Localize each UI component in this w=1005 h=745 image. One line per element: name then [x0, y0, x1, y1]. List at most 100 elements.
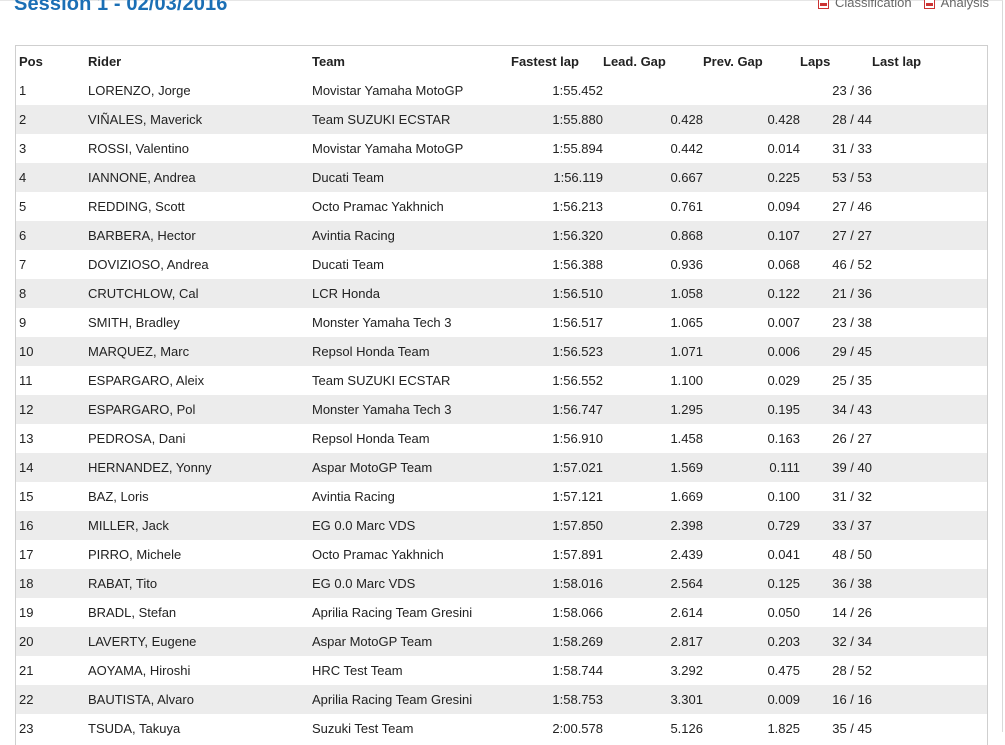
cell-team: Team SUZUKI ECSTAR	[312, 112, 451, 127]
table-row: 10 MARQUEZ, Marc Repsol Honda Team 1:56.523…	[16, 337, 987, 366]
cell-laps: 16 / 16	[832, 692, 872, 707]
cell-last-lap	[872, 598, 987, 627]
cell-rider: IANNONE, Andrea	[88, 170, 196, 185]
table-row: 1 LORENZO, Jorge Movistar Yamaha MotoGP 1:5…	[16, 76, 987, 105]
cell-prev-gap: 0.100	[767, 489, 800, 504]
cell-laps: 33 / 37	[832, 518, 872, 533]
cell-pos: 5	[19, 199, 27, 214]
pdf-icon	[817, 0, 829, 9]
cell-pos: 15	[19, 489, 34, 504]
cell-pos: 20	[19, 634, 34, 649]
cell-laps: 23 / 36	[832, 83, 872, 98]
cell-lead-gap: 1.458	[670, 431, 703, 446]
results-body: 1 LORENZO, Jorge Movistar Yamaha MotoGP 1:5…	[16, 76, 987, 743]
cell-rider: PIRRO, Michele	[88, 547, 182, 562]
classification-link[interactable]: Classification	[817, 0, 912, 10]
analysis-link[interactable]: Analysis	[923, 0, 989, 10]
cell-fastest-lap: 1:56.388	[552, 257, 603, 272]
cell-pos: 11	[19, 373, 33, 388]
cell-laps: 26 / 27	[832, 431, 872, 446]
cell-pos: 8	[19, 286, 27, 301]
cell-fastest-lap: 1:56.510	[552, 286, 603, 301]
table-row: 20 LAVERTY, Eugene Aspar MotoGP Team 1:58.2…	[16, 627, 987, 656]
table-row: 13 PEDROSA, Dani Repsol Honda Team 1:56.910…	[16, 424, 987, 453]
table-row: 22 BAUTISTA, Alvaro Aprilia Racing Team Gr…	[16, 685, 987, 714]
cell-prev-gap: 0.050	[767, 605, 800, 620]
cell-rider: SMITH, Bradley	[88, 315, 180, 330]
table-row: 18 RABAT, Tito EG 0.0 Marc VDS 1:58.016 2.56…	[16, 569, 987, 598]
cell-laps: 53 / 53	[832, 170, 872, 185]
cell-rider: ROSSI, Valentino	[88, 141, 189, 156]
cell-team: Ducati Team	[312, 170, 385, 185]
cell-pos: 16	[19, 518, 34, 533]
cell-rider: CRUTCHLOW, Cal	[88, 286, 199, 301]
cell-fastest-lap: 1:55.452	[552, 83, 603, 98]
cell-pos: 9	[19, 315, 27, 330]
cell-team: Ducati Team	[312, 257, 385, 272]
cell-last-lap	[872, 76, 987, 105]
cell-last-lap	[872, 337, 987, 366]
cell-prev-gap: 0.225	[767, 170, 800, 185]
cell-laps: 31 / 33	[832, 141, 872, 156]
cell-team: Avintia Racing	[312, 489, 395, 504]
cell-last-lap	[872, 395, 987, 424]
cell-pos: 13	[19, 431, 34, 446]
table-row: 3 ROSSI, Valentino Movistar Yamaha MotoGP 1…	[16, 134, 987, 163]
cell-pos: 6	[19, 228, 27, 243]
cell-laps: 28 / 52	[832, 663, 872, 678]
cell-pos: 2	[19, 112, 27, 127]
cell-team: Movistar Yamaha MotoGP	[312, 83, 464, 98]
cell-fastest-lap: 1:58.753	[552, 692, 603, 707]
header-laps: Laps	[800, 53, 831, 69]
table-row: 16 MILLER, Jack EG 0.0 Marc VDS 1:57.850 2.3…	[16, 511, 987, 540]
header-rider: Rider	[88, 53, 122, 69]
cell-last-lap	[872, 134, 987, 163]
cell-laps: 25 / 35	[832, 373, 872, 388]
cell-prev-gap: 0.094	[767, 199, 800, 214]
cell-team: Octo Pramac Yakhnich	[312, 547, 444, 562]
cell-laps: 36 / 38	[832, 576, 872, 591]
cell-last-lap	[872, 366, 987, 395]
header-pos: Pos	[19, 53, 43, 69]
cell-laps: 14 / 26	[832, 605, 872, 620]
cell-rider: BARBERA, Hector	[88, 228, 196, 243]
cell-team: EG 0.0 Marc VDS	[312, 576, 416, 591]
cell-last-lap	[872, 714, 987, 743]
cell-fastest-lap: 1:57.891	[552, 547, 603, 562]
header-last-lap: Last lap	[872, 53, 922, 69]
cell-prev-gap: 0.428	[767, 112, 800, 127]
table-row: 5 REDDING, Scott Octo Pramac Yakhnich 1:56.…	[16, 192, 987, 221]
cell-fastest-lap: 1:56.747	[552, 402, 603, 417]
cell-fastest-lap: 1:56.213	[552, 199, 603, 214]
cell-rider: BRADL, Stefan	[88, 605, 177, 620]
cell-prev-gap: 0.195	[767, 402, 800, 417]
cell-prev-gap: 0.163	[767, 431, 800, 446]
cell-laps: 48 / 50	[832, 547, 872, 562]
cell-laps: 27 / 46	[832, 199, 872, 214]
cell-lead-gap: 0.442	[670, 141, 703, 156]
classification-link-label: Classification	[834, 0, 912, 10]
cell-fastest-lap: 1:55.894	[552, 141, 603, 156]
cell-laps: 27 / 27	[832, 228, 872, 243]
cell-prev-gap: 0.729	[767, 518, 800, 533]
cell-rider: LAVERTY, Eugene	[88, 634, 197, 649]
cell-team: Suzuki Test Team	[312, 721, 414, 736]
cell-team: HRC Test Team	[312, 663, 403, 678]
table-row: 19 BRADL, Stefan Aprilia Racing Team Gresi…	[16, 598, 987, 627]
cell-laps: 31 / 32	[832, 489, 872, 504]
document-links: Classification Analysis	[817, 0, 989, 10]
session-title: Session 1 - 02/03/2016	[14, 0, 228, 15]
cell-laps: 29 / 45	[832, 344, 872, 359]
cell-fastest-lap: 1:56.119	[553, 170, 603, 185]
cell-fastest-lap: 1:58.744	[552, 663, 603, 678]
cell-prev-gap: 0.006	[767, 344, 800, 359]
cell-team: Repsol Honda Team	[312, 431, 430, 446]
cell-fastest-lap: 1:58.066	[552, 605, 603, 620]
cell-team: Avintia Racing	[312, 228, 395, 243]
cell-team: Aspar MotoGP Team	[312, 460, 433, 475]
table-row: 15 BAZ, Loris Avintia Racing 1:57.121 1.669 0…	[16, 482, 987, 511]
cell-lead-gap: 1.295	[670, 402, 703, 417]
cell-rider: PEDROSA, Dani	[88, 431, 186, 446]
cell-pos: 12	[19, 402, 34, 417]
cell-lead-gap: 3.301	[670, 692, 703, 707]
